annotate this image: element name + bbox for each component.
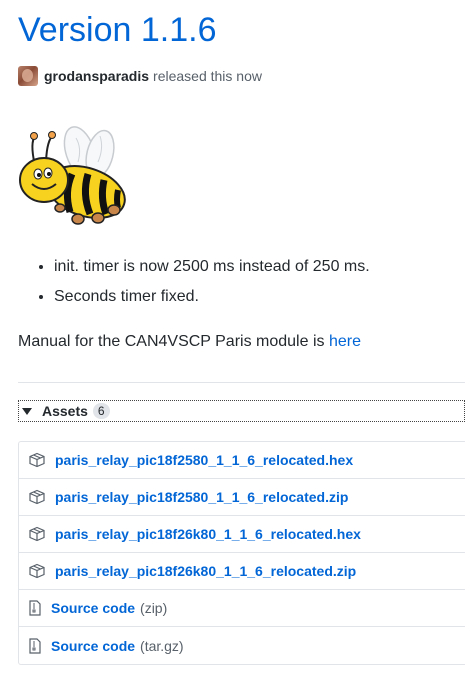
manual-link[interactable]: here	[329, 333, 361, 350]
source-format: (tar.gz)	[140, 637, 184, 654]
file-zip-icon	[29, 600, 41, 616]
package-icon	[29, 563, 45, 579]
avatar[interactable]	[18, 66, 38, 86]
assets-list: paris_relay_pic18f2580_1_1_6_relocated.h…	[18, 441, 465, 665]
asset-link[interactable]: paris_relay_pic18f26k80_1_1_6_relocated.…	[55, 563, 356, 579]
assets-label: Assets	[42, 403, 88, 419]
author-link[interactable]: grodansparadis	[44, 68, 149, 84]
assets-toggle[interactable]: Assets 6	[18, 400, 465, 422]
package-icon	[29, 489, 45, 505]
asset-link[interactable]: paris_relay_pic18f2580_1_1_6_relocated.h…	[55, 452, 353, 468]
release-notes-list: init. timer is now 2500 ms instead of 25…	[34, 256, 370, 316]
manual-text: Manual for the CAN4VSCP Paris module is	[18, 333, 329, 350]
caret-down-icon	[22, 407, 32, 415]
file-zip-icon	[29, 637, 41, 654]
bee-logo-image	[19, 126, 126, 225]
asset-link[interactable]: paris_relay_pic18f26k80_1_1_6_relocated.…	[55, 526, 361, 542]
released-text: released this now	[153, 68, 262, 84]
divider	[18, 382, 465, 383]
asset-row[interactable]: paris_relay_pic18f2580_1_1_6_relocated.h…	[19, 442, 465, 479]
asset-row[interactable]: paris_relay_pic18f26k80_1_1_6_relocated.…	[19, 516, 465, 553]
release-meta: grodansparadis released this now	[18, 65, 262, 87]
release-title[interactable]: Version 1.1.6	[18, 8, 216, 52]
package-icon	[29, 452, 45, 468]
asset-row[interactable]: paris_relay_pic18f26k80_1_1_6_relocated.…	[19, 553, 465, 590]
assets-count-badge: 6	[92, 403, 110, 419]
manual-paragraph: Manual for the CAN4VSCP Paris module is …	[18, 331, 361, 353]
asset-link[interactable]: paris_relay_pic18f2580_1_1_6_relocated.z…	[55, 489, 348, 505]
source-format: (zip)	[140, 600, 168, 616]
asset-row[interactable]: paris_relay_pic18f2580_1_1_6_relocated.z…	[19, 479, 465, 516]
source-code-link[interactable]: Source code	[51, 600, 135, 616]
source-row[interactable]: Source code (tar.gz)	[19, 627, 465, 664]
source-code-link[interactable]: Source code	[51, 638, 135, 654]
list-item: init. timer is now 2500 ms instead of 25…	[54, 256, 370, 278]
list-item: Seconds timer fixed.	[54, 286, 370, 308]
source-row[interactable]: Source code (zip)	[19, 590, 465, 627]
package-icon	[29, 526, 45, 542]
